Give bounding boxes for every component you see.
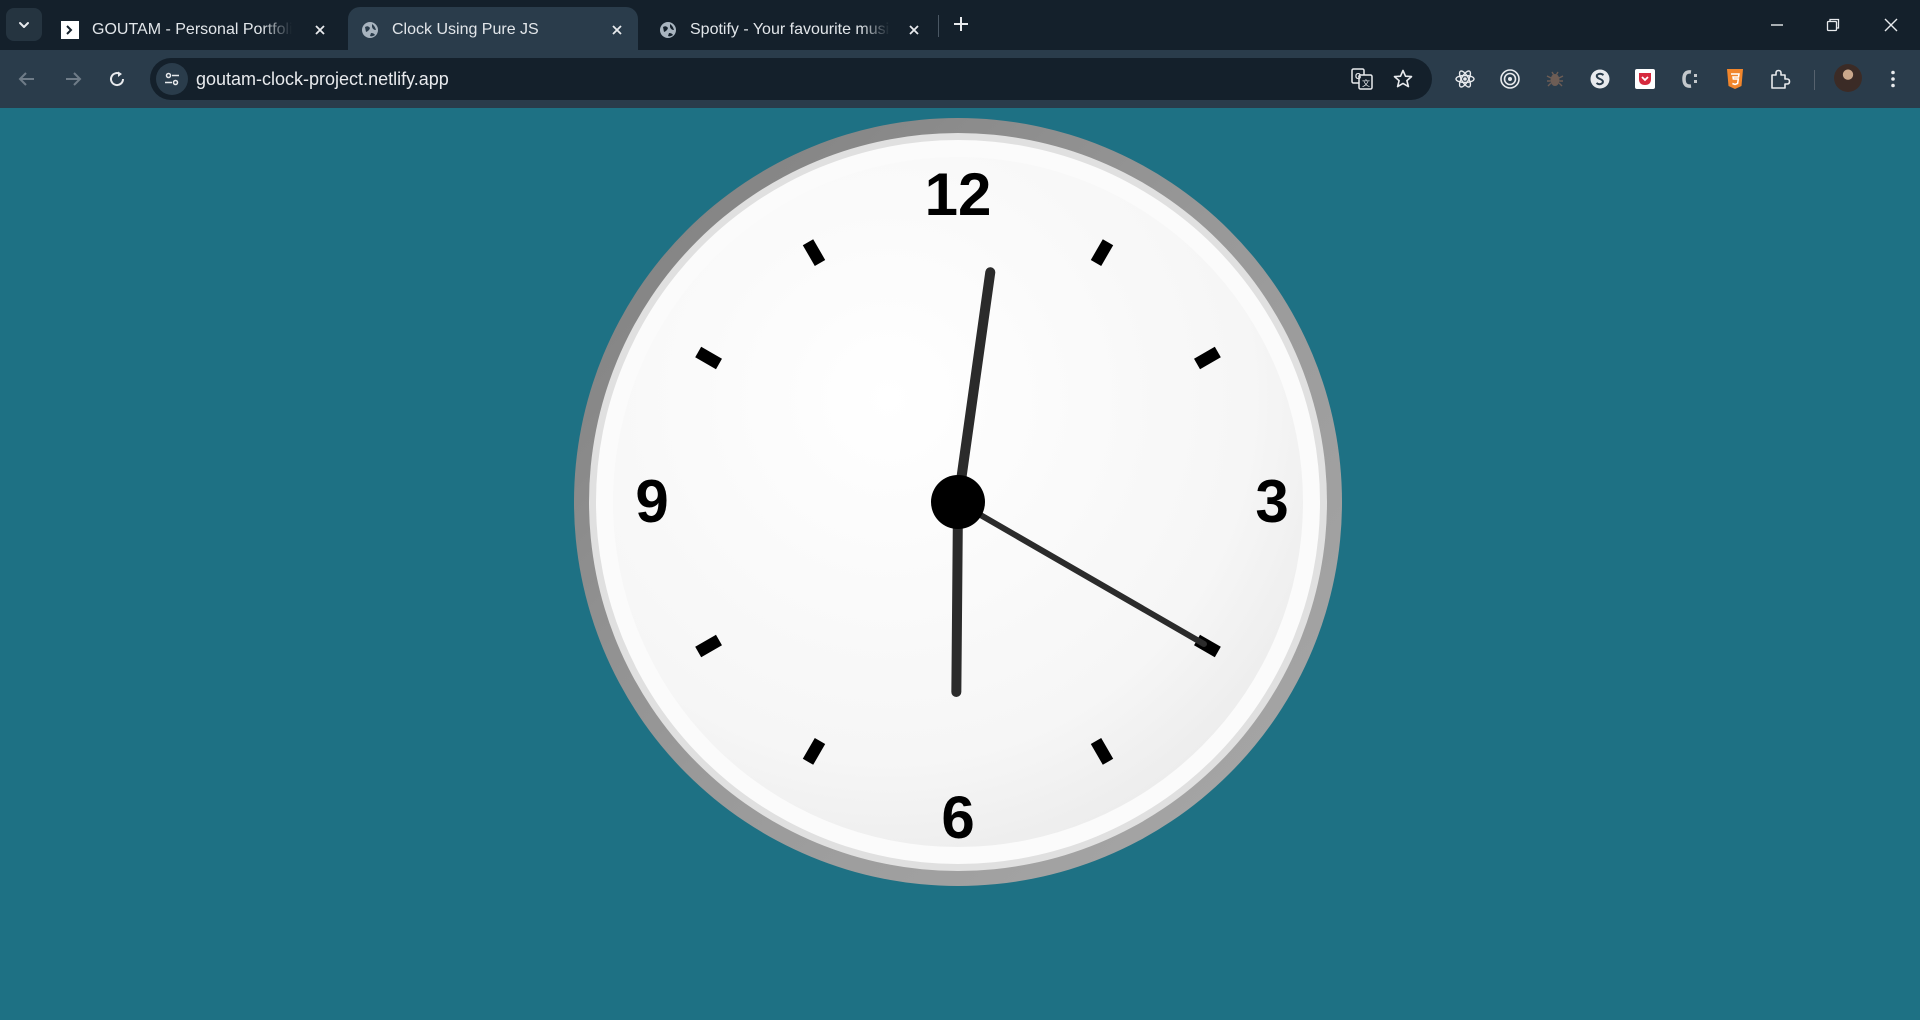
- arrow-left-icon: [18, 72, 34, 86]
- target-icon: [1500, 69, 1520, 89]
- bookmark-button[interactable]: [1388, 64, 1418, 94]
- new-tab-button[interactable]: [948, 11, 974, 37]
- tab-title: Clock Using Pure JS: [392, 21, 539, 38]
- toolbar-separator: [1814, 70, 1815, 90]
- restore-button[interactable]: [1816, 8, 1850, 42]
- bug-icon: [1546, 71, 1564, 87]
- tab-separator: [938, 15, 939, 37]
- extensions-menu-button[interactable]: [1765, 64, 1795, 94]
- numeral-6: 6: [941, 784, 974, 851]
- close-icon[interactable]: [902, 18, 926, 42]
- tab-title: Spotify - Your favourite music is: [690, 21, 890, 38]
- browser-menu-button[interactable]: [1878, 64, 1908, 94]
- forward-button[interactable]: [56, 62, 90, 96]
- numeral-3: 3: [1255, 468, 1288, 535]
- minimize-icon: [1771, 24, 1783, 26]
- globe-icon: [658, 20, 678, 40]
- tune-icon: [165, 72, 179, 86]
- pocket-extension[interactable]: [1630, 64, 1660, 94]
- close-window-button[interactable]: [1874, 8, 1908, 42]
- center-cap: [931, 475, 985, 529]
- chevron-down-icon: [19, 21, 29, 28]
- browser-toolbar: goutam-clock-project.netlify.app G 文: [0, 50, 1920, 108]
- close-icon[interactable]: [308, 18, 332, 42]
- react-devtools-extension[interactable]: [1450, 64, 1480, 94]
- numeral-9: 9: [635, 468, 668, 535]
- html5-extension[interactable]: [1720, 64, 1750, 94]
- plus-icon: [954, 17, 968, 31]
- react-devtools-icon: [1455, 70, 1475, 88]
- portfolio-favicon-icon: [60, 20, 80, 40]
- profile-avatar[interactable]: [1834, 64, 1862, 92]
- translate-icon: G 文: [1351, 68, 1373, 90]
- tab-clock[interactable]: Clock Using Pure JS: [348, 7, 638, 50]
- numeral-12: 12: [925, 161, 992, 228]
- tab-strip: GOUTAM - Personal Portfolio Te Clock Usi…: [0, 0, 1920, 50]
- close-icon: [1884, 18, 1898, 32]
- more-vertical-icon: [1891, 70, 1895, 88]
- analog-clock: 12 3 6 9: [574, 118, 1342, 886]
- css-extension[interactable]: [1675, 64, 1705, 94]
- bug-extension[interactable]: [1540, 64, 1570, 94]
- html5-icon: [1727, 69, 1743, 89]
- url-text[interactable]: goutam-clock-project.netlify.app: [196, 69, 449, 89]
- reload-button[interactable]: [100, 62, 134, 96]
- tab-search-button[interactable]: [6, 8, 42, 41]
- tab-portfolio[interactable]: GOUTAM - Personal Portfolio Te: [48, 7, 338, 50]
- css-icon: [1682, 70, 1697, 88]
- star-icon: [1393, 69, 1413, 88]
- target-extension[interactable]: [1495, 64, 1525, 94]
- translate-button[interactable]: G 文: [1347, 64, 1377, 94]
- hour-hand: [951, 497, 963, 697]
- restore-icon: [1826, 18, 1840, 32]
- close-icon[interactable]: [605, 18, 629, 42]
- back-button[interactable]: [10, 62, 44, 96]
- globe-icon: [360, 20, 380, 40]
- address-bar[interactable]: goutam-clock-project.netlify.app G 文: [150, 58, 1432, 100]
- pocket-icon: [1635, 69, 1655, 89]
- svg-text:文: 文: [1362, 78, 1370, 88]
- arrow-right-icon: [66, 72, 82, 86]
- site-info-button[interactable]: [156, 63, 188, 95]
- s-circle-extension[interactable]: [1585, 64, 1615, 94]
- tab-spotify[interactable]: Spotify - Your favourite music is: [646, 7, 936, 50]
- s-circle-icon: [1590, 69, 1610, 89]
- puzzle-icon: [1771, 69, 1791, 89]
- page-content: 12 3 6 9: [0, 108, 1920, 1020]
- minimize-button[interactable]: [1760, 8, 1794, 42]
- svg-text:G: G: [1355, 72, 1361, 81]
- reload-icon: [110, 71, 125, 87]
- tab-title: GOUTAM - Personal Portfolio Te: [92, 21, 292, 38]
